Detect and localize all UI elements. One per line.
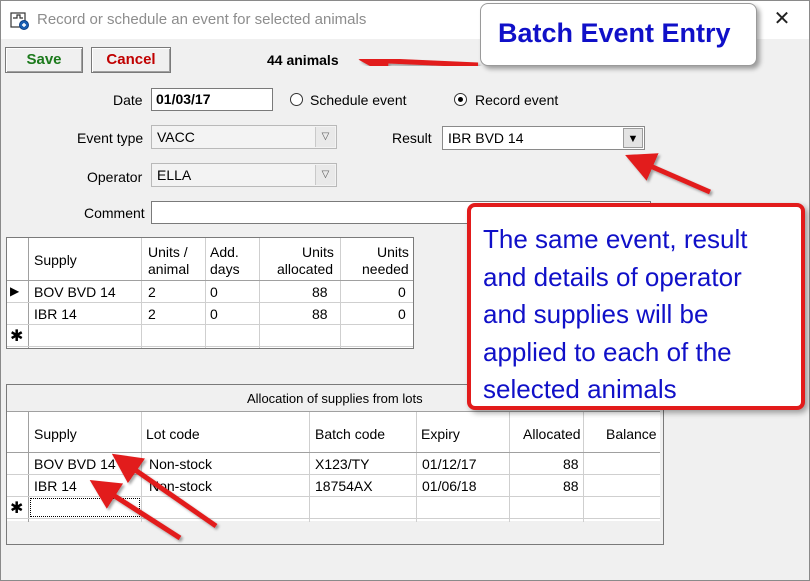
header-units-animal: animal: [148, 261, 190, 277]
animals-count: 44 animals: [267, 52, 339, 68]
lots-grid-caption: Allocation of supplies from lots: [247, 391, 423, 406]
result-select[interactable]: IBR BVD 14 ▼: [442, 126, 645, 150]
table-cell[interactable]: 0: [398, 306, 406, 322]
table-cell[interactable]: 18754AX: [315, 478, 373, 494]
description-callout: The same event, result and details of op…: [467, 203, 805, 410]
table-row[interactable]: BOV BVD 14: [34, 456, 116, 472]
chevron-down-icon[interactable]: ▽: [315, 127, 335, 147]
chevron-down-icon[interactable]: ▽: [315, 165, 335, 185]
title-callout-text: Batch Event Entry: [498, 18, 731, 48]
table-cell[interactable]: 0: [210, 306, 218, 322]
date-field[interactable]: 01/03/17: [151, 88, 273, 111]
date-label: Date: [113, 92, 143, 108]
table-cell[interactable]: 0: [398, 284, 406, 300]
header-units-needed: needed: [362, 261, 409, 277]
current-row-indicator: ▶: [10, 284, 20, 298]
table-cell[interactable]: 0: [210, 284, 218, 300]
table-cell[interactable]: X123/TY: [315, 456, 369, 472]
table-cell[interactable]: 01/12/17: [422, 456, 477, 472]
header-allocated: Allocated: [523, 426, 581, 442]
record-event-radio[interactable]: [454, 93, 467, 106]
result-label: Result: [392, 130, 432, 146]
supplies-grid: Supply Units / animal Add. days Units al…: [6, 237, 414, 349]
header-lot-code: Lot code: [146, 426, 200, 442]
operator-value: ELLA: [157, 167, 192, 183]
header-expiry: Expiry: [421, 426, 460, 442]
operator-select[interactable]: ELLA ▽: [151, 163, 337, 187]
record-event-label[interactable]: Record event: [475, 92, 558, 108]
header-units-allocated: Units: [302, 244, 334, 260]
event-type-select[interactable]: VACC ▽: [151, 125, 337, 149]
save-button[interactable]: Save: [5, 47, 83, 73]
header-units-needed: Units: [377, 244, 409, 260]
chevron-down-icon[interactable]: ▼: [623, 128, 643, 148]
header-batch-code: Batch code: [315, 426, 386, 442]
new-row-asterisk-icon: ✱: [10, 500, 24, 517]
operator-label: Operator: [87, 169, 143, 185]
header-supply: Supply: [34, 252, 77, 268]
table-cell[interactable]: 88: [563, 456, 579, 472]
window-title: Record or schedule an event for selected…: [37, 11, 367, 28]
header-units-animal: Units /: [148, 244, 188, 260]
new-row-focused-cell[interactable]: [30, 498, 140, 517]
header-balance: Balance: [606, 426, 657, 442]
description-callout-text: The same event, result and details of op…: [483, 224, 748, 404]
new-row-asterisk-icon: ✱: [10, 328, 24, 345]
header-add-days: Add.: [210, 244, 239, 260]
table-cell[interactable]: Non-stock: [149, 456, 212, 472]
close-button[interactable]: ✕: [765, 3, 799, 35]
comment-label: Comment: [84, 205, 145, 221]
result-value: IBR BVD 14: [448, 130, 524, 146]
table-cell[interactable]: Non-stock: [149, 478, 212, 494]
event-type-label: Event type: [77, 130, 144, 146]
table-row[interactable]: BOV BVD 14: [34, 284, 116, 300]
table-cell[interactable]: 88: [563, 478, 579, 494]
table-cell[interactable]: 88: [312, 306, 328, 322]
table-cell[interactable]: 88: [312, 284, 328, 300]
title-callout: Batch Event Entry: [480, 3, 757, 66]
table-row[interactable]: IBR 14: [34, 306, 77, 322]
table-cell[interactable]: 2: [148, 306, 156, 322]
table-cell[interactable]: 01/06/18: [422, 478, 477, 494]
table-cell[interactable]: 2: [148, 284, 156, 300]
header-units-allocated: allocated: [277, 261, 334, 277]
header-supply: Supply: [34, 426, 77, 442]
cancel-button[interactable]: Cancel: [91, 47, 171, 73]
table-row[interactable]: IBR 14: [34, 478, 77, 494]
app-icon: [10, 12, 29, 30]
header-add-days: days: [210, 261, 240, 277]
event-type-value: VACC: [157, 129, 195, 145]
schedule-event-label[interactable]: Schedule event: [310, 92, 407, 108]
schedule-event-radio[interactable]: [290, 93, 303, 106]
